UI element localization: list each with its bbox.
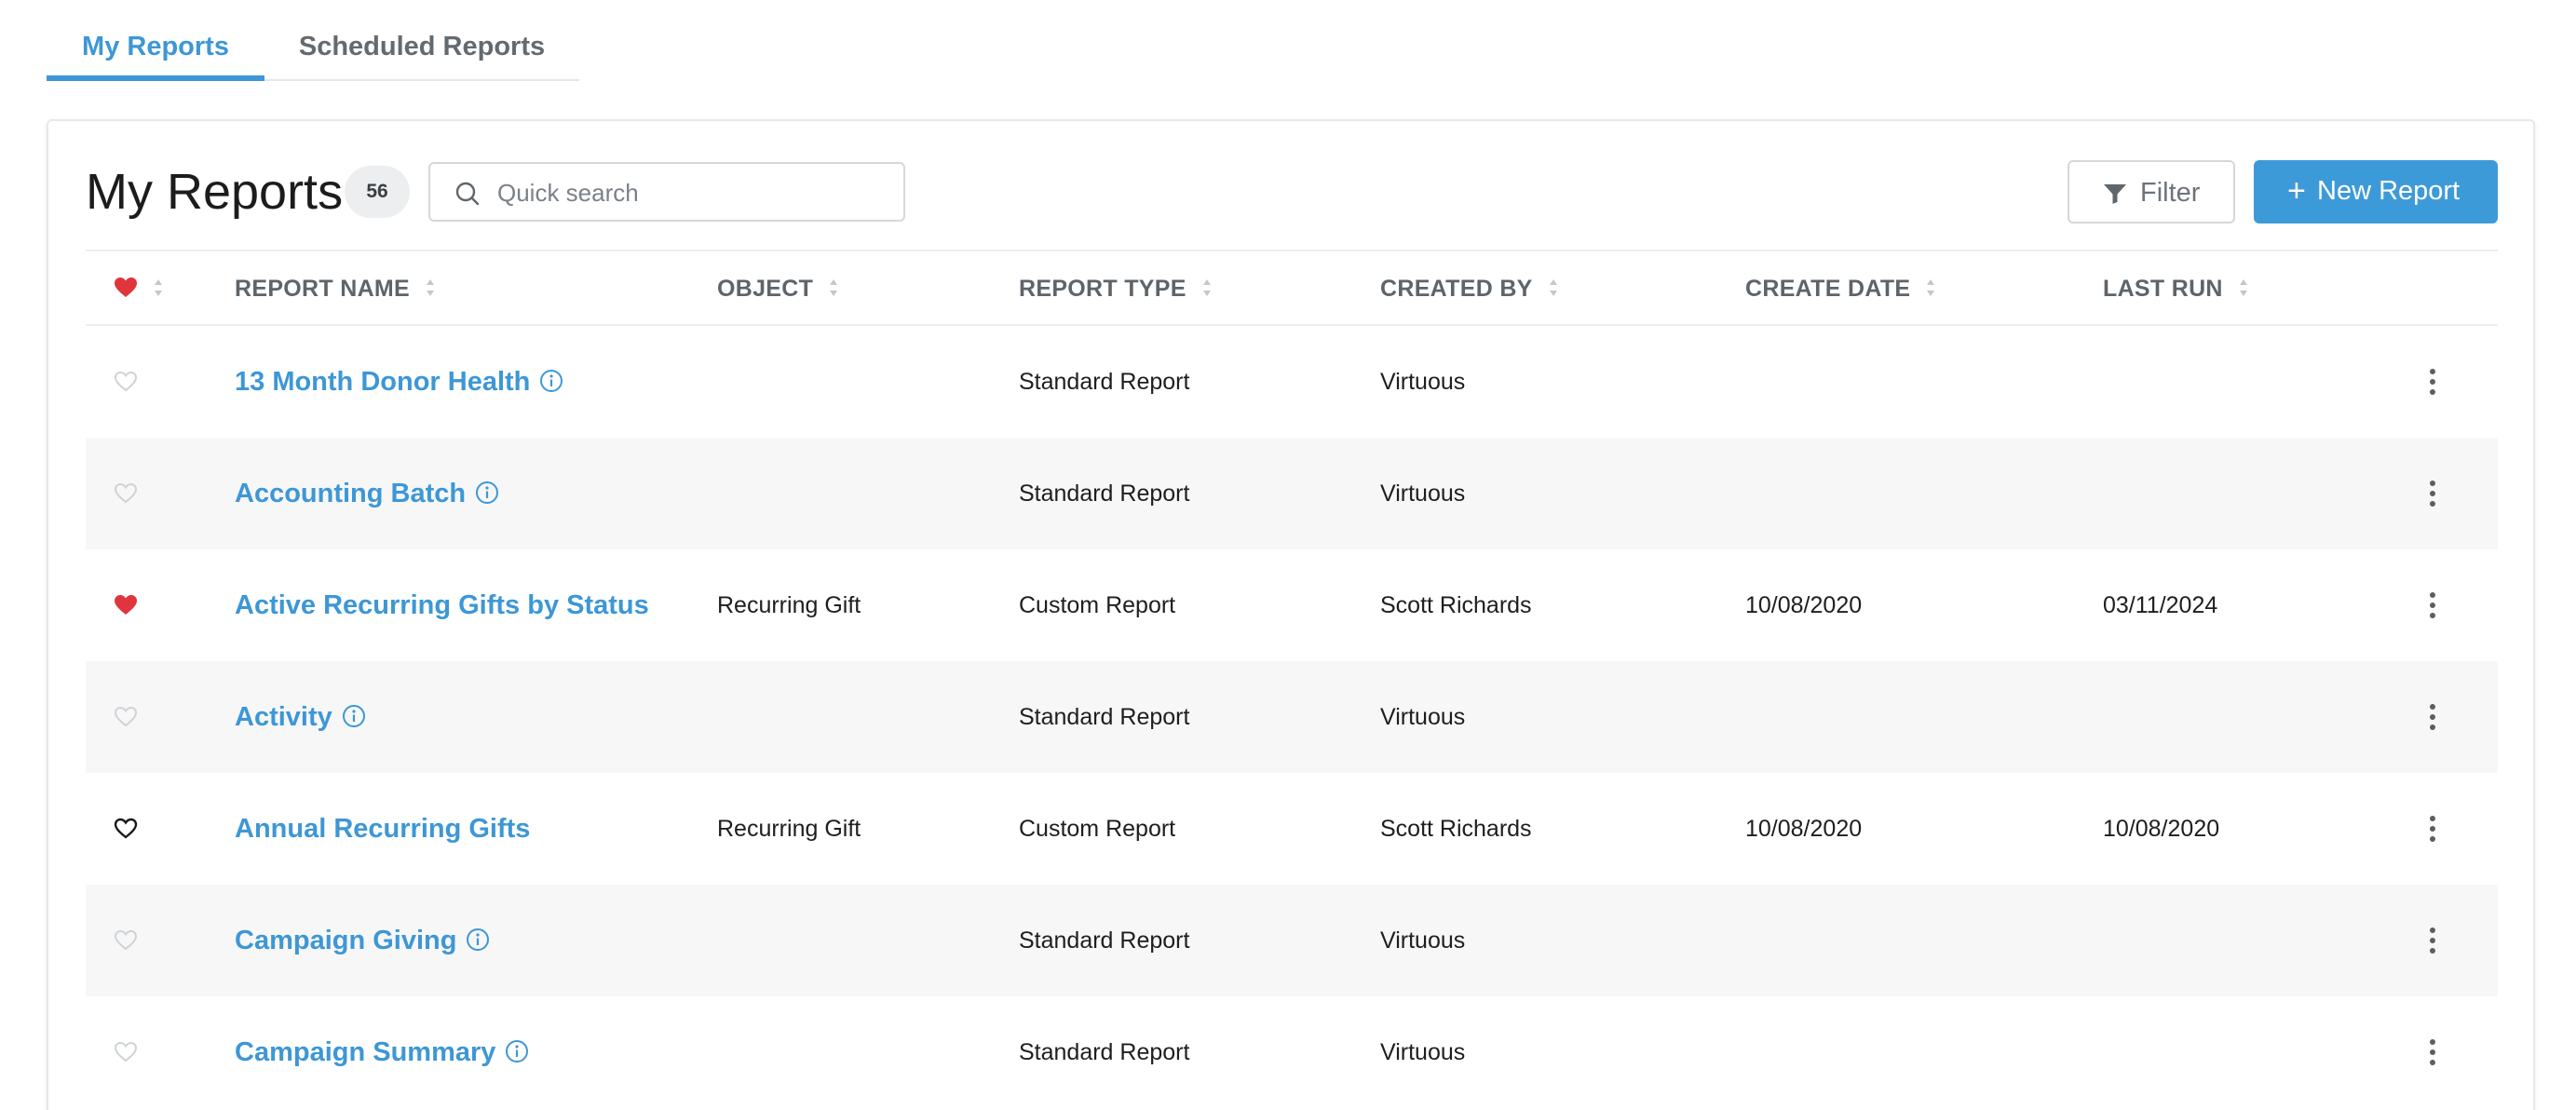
- created-by-cell: Virtuous: [1380, 481, 1466, 507]
- heart-outline-icon[interactable]: [114, 482, 138, 505]
- report-name-cell: Activity: [235, 661, 366, 773]
- sort-icon[interactable]: [1925, 277, 1936, 299]
- created-by-cell: Virtuous: [1380, 927, 1466, 954]
- sort-icon[interactable]: [153, 277, 164, 299]
- column-report-type[interactable]: REPORT TYPE: [1019, 251, 1213, 326]
- report-type-cell: Standard Report: [1019, 704, 1190, 730]
- reports-table: REPORT NAME OBJECT REPORT TYPE CREATED B…: [86, 250, 2498, 1108]
- more-options-icon[interactable]: [2414, 1034, 2451, 1071]
- column-label: CREATED BY: [1380, 276, 1533, 302]
- heart-outline-icon[interactable]: [114, 706, 138, 728]
- table-row: Accounting Batch Standard Report Virtuou…: [86, 438, 2498, 549]
- plus-icon: +: [2287, 173, 2306, 209]
- report-name-cell: Accounting Batch: [235, 438, 499, 549]
- column-create-date[interactable]: CREATE DATE: [1745, 251, 1936, 326]
- column-label: REPORT NAME: [235, 276, 411, 302]
- report-tabs: My Reports Scheduled Reports: [47, 0, 579, 81]
- tab-scheduled-reports[interactable]: Scheduled Reports: [264, 0, 579, 81]
- more-options-icon[interactable]: [2414, 587, 2451, 624]
- reports-card: My Reports 56 Filter + New Report REPORT…: [47, 119, 2535, 1110]
- more-options-icon[interactable]: [2414, 363, 2451, 400]
- report-name-link[interactable]: Accounting Batch: [235, 479, 466, 508]
- filter-button[interactable]: Filter: [2068, 160, 2235, 223]
- report-type-cell: Standard Report: [1019, 481, 1190, 507]
- heart-filled-icon[interactable]: [114, 594, 138, 616]
- column-label: REPORT TYPE: [1019, 276, 1186, 302]
- column-label: LAST RUN: [2103, 276, 2223, 302]
- new-report-button[interactable]: + New Report: [2254, 160, 2498, 223]
- sort-icon[interactable]: [1201, 277, 1213, 299]
- sort-icon[interactable]: [425, 277, 436, 299]
- info-icon[interactable]: [342, 704, 366, 728]
- report-name-link[interactable]: Active Recurring Gifts by Status: [235, 590, 649, 620]
- report-name-cell: Campaign Giving: [235, 885, 490, 996]
- report-name-cell: Campaign Summary: [235, 996, 529, 1108]
- column-report-name[interactable]: REPORT NAME: [235, 251, 436, 326]
- last-run-cell: 03/11/2024: [2103, 592, 2218, 618]
- favorite-column-header[interactable]: [114, 251, 164, 326]
- sort-icon[interactable]: [2238, 277, 2249, 299]
- table-header: REPORT NAME OBJECT REPORT TYPE CREATED B…: [86, 250, 2498, 326]
- filter-button-label: Filter: [2140, 178, 2201, 208]
- report-name-link[interactable]: 13 Month Donor Health: [235, 367, 530, 397]
- report-name-cell: Annual Recurring Gifts: [235, 773, 530, 885]
- table-body: 13 Month Donor Health Standard Report Vi…: [86, 326, 2498, 1108]
- created-by-cell: Virtuous: [1380, 1039, 1466, 1065]
- filter-icon: [2104, 184, 2126, 204]
- object-cell: Recurring Gift: [717, 816, 861, 842]
- report-count-badge: 56: [345, 166, 410, 218]
- create-date-cell: 10/08/2020: [1745, 592, 1863, 618]
- more-options-icon[interactable]: [2414, 810, 2451, 847]
- column-created-by[interactable]: CREATED BY: [1380, 251, 1559, 326]
- tab-my-reports[interactable]: My Reports: [47, 0, 264, 81]
- column-object[interactable]: OBJECT: [717, 251, 839, 326]
- table-row: Activity Standard Report Virtuous: [86, 661, 2498, 773]
- table-row: Campaign Summary Standard Report Virtuou…: [86, 996, 2498, 1108]
- report-type-cell: Custom Report: [1019, 816, 1176, 842]
- created-by-cell: Scott Richards: [1380, 592, 1532, 618]
- report-type-cell: Standard Report: [1019, 369, 1190, 395]
- page-title: My Reports: [86, 164, 344, 220]
- info-icon[interactable]: [539, 369, 563, 393]
- table-row: Active Recurring Gifts by Status Recurri…: [86, 549, 2498, 661]
- report-name-link[interactable]: Annual Recurring Gifts: [235, 814, 530, 844]
- info-icon[interactable]: [505, 1039, 529, 1063]
- report-name-cell: 13 Month Donor Health: [235, 326, 563, 438]
- search-input[interactable]: [497, 171, 888, 214]
- more-options-icon[interactable]: [2414, 922, 2451, 959]
- table-row: Campaign Giving Standard Report Virtuous: [86, 885, 2498, 996]
- created-by-cell: Scott Richards: [1380, 816, 1532, 842]
- column-last-run[interactable]: LAST RUN: [2103, 251, 2249, 326]
- heart-outline-icon[interactable]: [114, 818, 138, 840]
- create-date-cell: 10/08/2020: [1745, 816, 1863, 842]
- report-name-link[interactable]: Campaign Giving: [235, 926, 456, 955]
- heart-outline-icon[interactable]: [114, 1041, 138, 1063]
- created-by-cell: Virtuous: [1380, 704, 1466, 730]
- more-options-icon[interactable]: [2414, 475, 2451, 512]
- new-report-button-label: New Report: [2317, 176, 2461, 206]
- info-icon[interactable]: [475, 481, 499, 505]
- sort-icon[interactable]: [828, 277, 839, 299]
- object-cell: Recurring Gift: [717, 592, 861, 618]
- heart-filled-icon: [115, 278, 137, 298]
- last-run-cell: 10/08/2020: [2103, 816, 2220, 842]
- heart-outline-icon[interactable]: [114, 929, 138, 952]
- quick-search: [428, 162, 905, 222]
- report-name-link[interactable]: Activity: [235, 702, 332, 732]
- column-label: CREATE DATE: [1745, 276, 1911, 302]
- table-row: Annual Recurring Gifts Recurring Gift Cu…: [86, 773, 2498, 885]
- column-label: OBJECT: [717, 276, 814, 302]
- table-row: 13 Month Donor Health Standard Report Vi…: [86, 326, 2498, 438]
- report-name-cell: Active Recurring Gifts by Status: [235, 549, 649, 661]
- created-by-cell: Virtuous: [1380, 369, 1466, 395]
- report-type-cell: Standard Report: [1019, 1039, 1190, 1065]
- more-options-icon[interactable]: [2414, 698, 2451, 736]
- report-type-cell: Custom Report: [1019, 592, 1176, 618]
- info-icon[interactable]: [466, 927, 490, 952]
- report-type-cell: Standard Report: [1019, 927, 1190, 954]
- search-icon: [455, 182, 480, 206]
- report-name-link[interactable]: Campaign Summary: [235, 1037, 495, 1067]
- sort-icon[interactable]: [1548, 277, 1559, 299]
- heart-outline-icon[interactable]: [114, 371, 138, 393]
